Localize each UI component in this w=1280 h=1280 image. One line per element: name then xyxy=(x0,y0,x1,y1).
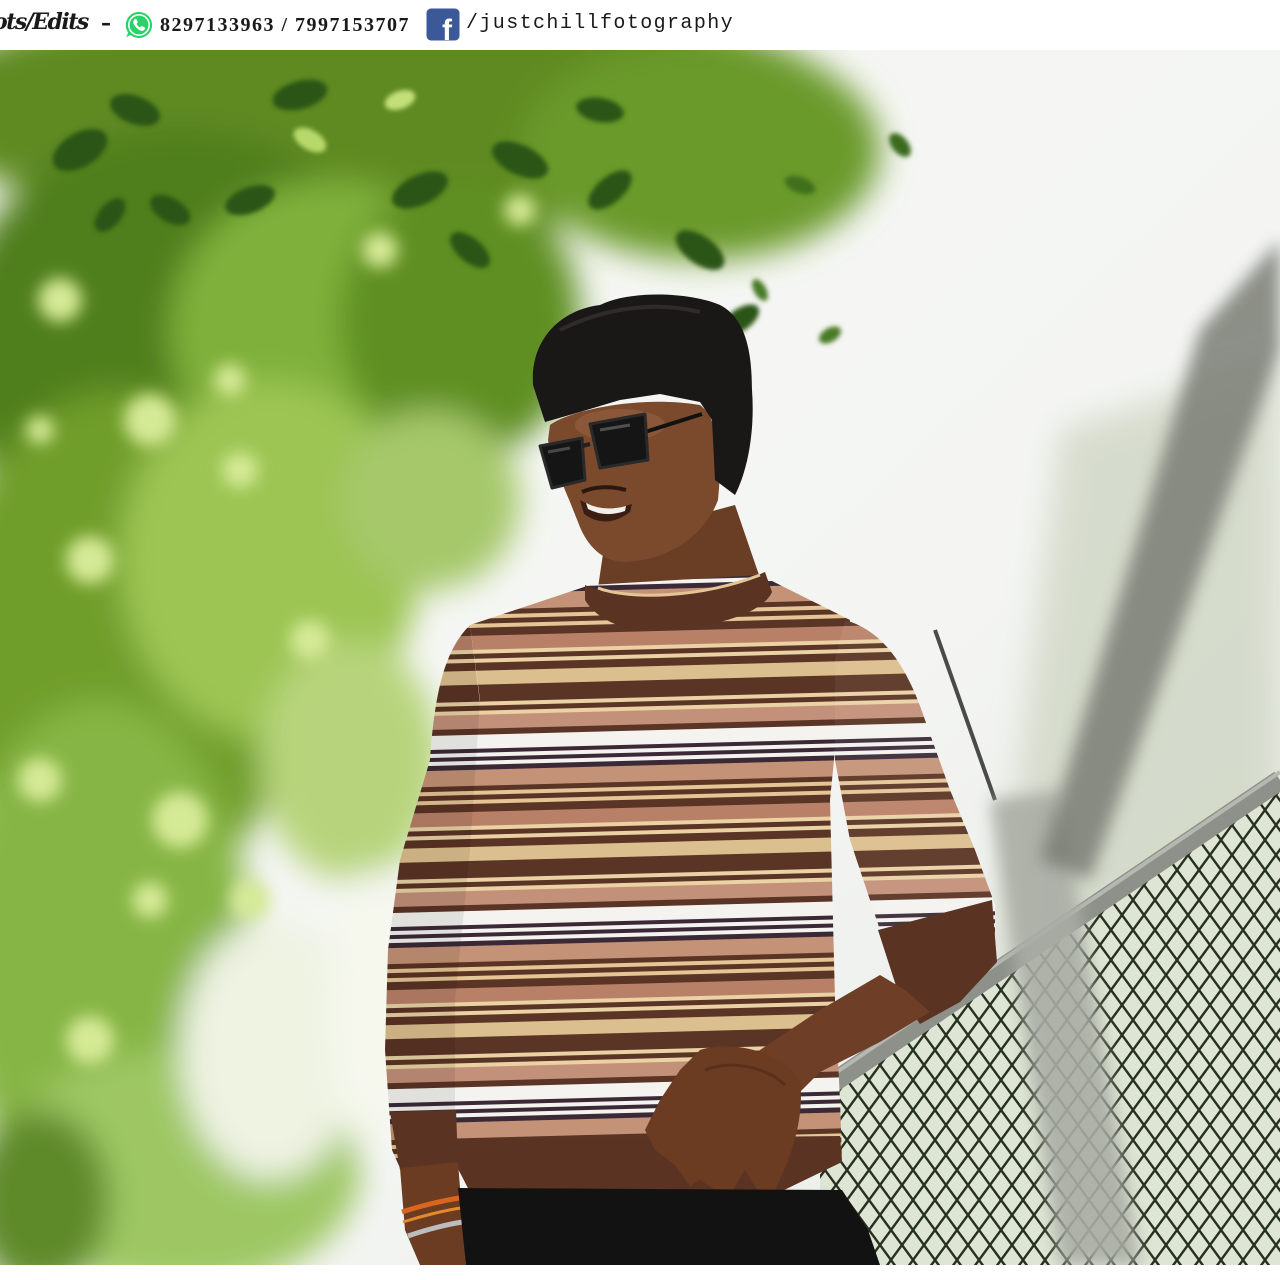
photo xyxy=(0,50,1280,1265)
facebook-handle: /justchillfotography xyxy=(466,12,735,35)
credit-label: ots/Edits xyxy=(0,9,89,35)
facebook-logo-letter: f xyxy=(442,14,453,42)
facebook-icon: f xyxy=(425,7,461,42)
watermark-banner: ots/Edits – 8297133963 / 7997153707 f /j… xyxy=(0,0,1280,50)
whatsapp-icon xyxy=(125,11,153,38)
sleeve-cuff-left xyxy=(390,1110,458,1170)
separator-dash: – xyxy=(101,11,111,35)
pants xyxy=(458,1188,880,1265)
phone-numbers: 8297133963 / 7997153707 xyxy=(160,14,411,36)
